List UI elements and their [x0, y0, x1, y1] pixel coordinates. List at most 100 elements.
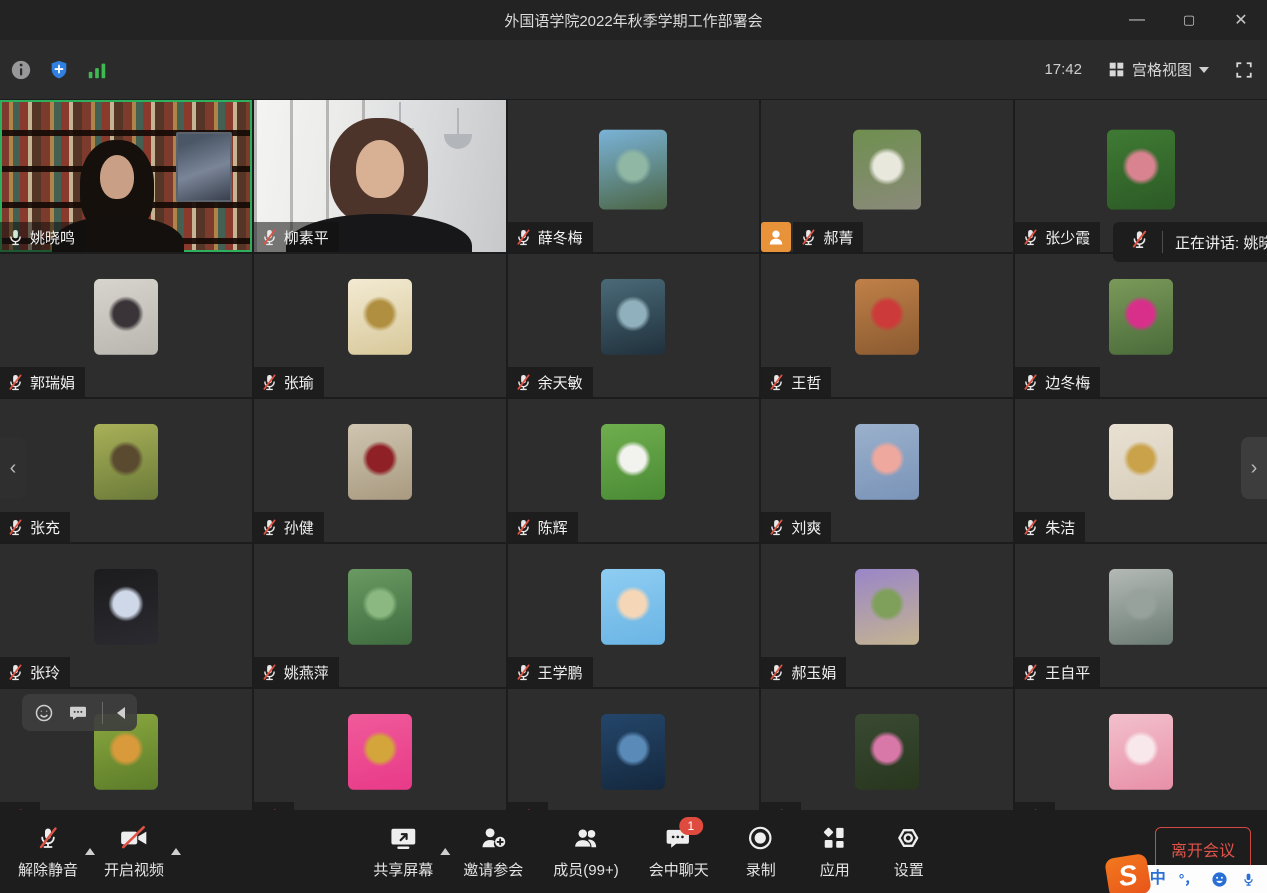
view-mode-label: 宫格视图 [1132, 59, 1192, 80]
titlebar: 外国语学院2022年秋季学期工作部署会 — ▢ ✕ [0, 0, 1267, 40]
participant-tile[interactable]: 孙健 [254, 399, 506, 542]
participant-tile[interactable]: 柳素平 [254, 100, 506, 252]
minimize-button[interactable]: — [1111, 0, 1163, 40]
toolbar-label: 会中聊天 [649, 859, 709, 880]
participant-tile[interactable]: 陈辉 [508, 399, 760, 542]
participant-tile[interactable]: 张充 [0, 399, 252, 542]
reactions-panel [22, 694, 137, 731]
participant-name: 张充 [30, 517, 60, 538]
participant-tile[interactable]: 王自平 [1015, 544, 1267, 687]
fullscreen-icon[interactable] [1235, 61, 1253, 79]
chat-bubble-icon[interactable] [68, 703, 88, 723]
ime-language-toggle[interactable]: 中 [1150, 871, 1166, 887]
muted-mic-icon [6, 373, 25, 392]
name-label: 王自平 [1015, 657, 1100, 687]
toolbar-chat-button[interactable]: 1会中聊天 [649, 824, 709, 880]
participant-tile[interactable]: 郝玉娟 [761, 544, 1013, 687]
toolbar-label: 录制 [746, 859, 776, 880]
name-label: 张充 [0, 512, 70, 542]
toolbar-label: 开启视频 [104, 859, 164, 880]
muted-mic-icon [514, 373, 533, 392]
participant-tile[interactable]: 刘爽 [761, 399, 1013, 542]
participant-tile[interactable] [254, 689, 506, 810]
participant-tile[interactable]: 张瑜 [254, 254, 506, 397]
expand-caret[interactable] [171, 848, 181, 855]
toolbar-label: 应用 [820, 859, 850, 880]
toolbar-members-button[interactable]: 成员(99+) [553, 824, 618, 880]
participant-name: 郝菁 [823, 227, 853, 248]
name-bar: 朱洁 [1015, 512, 1085, 542]
name-label [1015, 802, 1055, 810]
name-label: 朱洁 [1015, 512, 1085, 542]
participant-tile[interactable]: 余天敏 [508, 254, 760, 397]
toolbar-share-screen-button[interactable]: 共享屏幕 [373, 824, 433, 880]
participant-name: 王哲 [791, 372, 821, 393]
participant-tile[interactable] [1015, 689, 1267, 810]
toolbar-unmute-button[interactable]: 解除静音 [18, 824, 78, 880]
name-label: 王学鹏 [508, 657, 593, 687]
toolbar-apps-button[interactable]: 应用 [813, 824, 857, 880]
view-mode-selector[interactable]: 宫格视图 [1108, 59, 1209, 80]
muted-mic-icon [1129, 229, 1150, 250]
participant-tile[interactable]: 薛冬梅 [508, 100, 760, 252]
participant-tile[interactable]: 郝菁 [761, 100, 1013, 252]
host-badge-icon [761, 222, 791, 252]
participant-tile[interactable] [761, 689, 1013, 810]
collapse-left-icon[interactable] [117, 707, 125, 719]
smiley-icon[interactable] [34, 703, 54, 723]
close-button[interactable]: ✕ [1215, 0, 1267, 40]
toolbar-center-group: 共享屏幕邀请参会成员(99+) 1会中聊天录制 应用 设置 [373, 810, 930, 893]
participant-tile[interactable]: 王哲 [761, 254, 1013, 397]
muted-mic-icon [260, 228, 279, 247]
toolbar-settings-button[interactable]: 设置 [887, 824, 931, 880]
expand-caret[interactable] [85, 848, 95, 855]
name-bar: 刘爽 [761, 512, 831, 542]
next-page-arrow[interactable]: › [1241, 437, 1267, 499]
toolbar-start-video-button[interactable]: 开启视频 [104, 824, 164, 880]
muted-mic-icon [767, 663, 786, 682]
name-bar: 王自平 [1015, 657, 1100, 687]
participant-tile[interactable]: 姚晓鸣 [0, 100, 252, 252]
ime-voice-icon[interactable] [1241, 871, 1256, 888]
avatar [855, 568, 919, 644]
participant-tile[interactable] [508, 689, 760, 810]
toolbar-record-button[interactable]: 录制 [739, 824, 783, 880]
name-bar: 姚晓鸣 [0, 222, 85, 252]
name-bar: 薛冬梅 [508, 222, 593, 252]
ime-emoji-icon[interactable] [1211, 871, 1228, 888]
ime-punctuation-toggle[interactable]: °， [1179, 872, 1199, 886]
muted-mic-icon [1021, 228, 1040, 247]
info-icon[interactable] [10, 59, 32, 81]
prev-page-arrow[interactable]: ‹ [0, 437, 26, 499]
muted-mic-icon [260, 663, 279, 682]
ime-brand-icon[interactable]: S [1104, 853, 1152, 893]
participant-tile[interactable]: 郭瑞娟 [0, 254, 252, 397]
muted-mic-icon [1021, 518, 1040, 537]
name-bar: 姚燕萍 [254, 657, 339, 687]
name-label [254, 802, 294, 810]
network-signal-icon[interactable] [86, 59, 108, 81]
participant-name: 郝玉娟 [791, 662, 836, 683]
toolbar-invite-button[interactable]: 邀请参会 [463, 824, 523, 880]
participant-tile[interactable]: 边冬梅 [1015, 254, 1267, 397]
participant-name: 王自平 [1045, 662, 1090, 683]
security-shield-icon[interactable] [48, 59, 70, 81]
avatar [1109, 278, 1173, 354]
name-bar: 张少霞 [1015, 222, 1100, 252]
expand-caret[interactable] [440, 848, 450, 855]
muted-mic-icon[interactable] [1129, 229, 1150, 255]
participant-tile[interactable]: 张玲 [0, 544, 252, 687]
start-video-icon [119, 824, 149, 852]
name-label: 张瑜 [254, 367, 324, 397]
participant-tile[interactable]: 王学鹏 [508, 544, 760, 687]
participant-tile[interactable]: 姚燕萍 [254, 544, 506, 687]
name-bar [0, 802, 40, 810]
participant-tile[interactable]: 朱洁 [1015, 399, 1267, 542]
name-label: 姚晓鸣 [0, 222, 85, 252]
bottom-toolbar: 解除静音开启视频 共享屏幕邀请参会成员(99+)1会中聊天录制应用设置 离开会议 [0, 810, 1267, 893]
avatar [348, 568, 412, 644]
maximize-button[interactable]: ▢ [1163, 0, 1215, 40]
avatar [94, 423, 158, 499]
invite-icon [479, 824, 507, 852]
name-bar: 王哲 [761, 367, 831, 397]
